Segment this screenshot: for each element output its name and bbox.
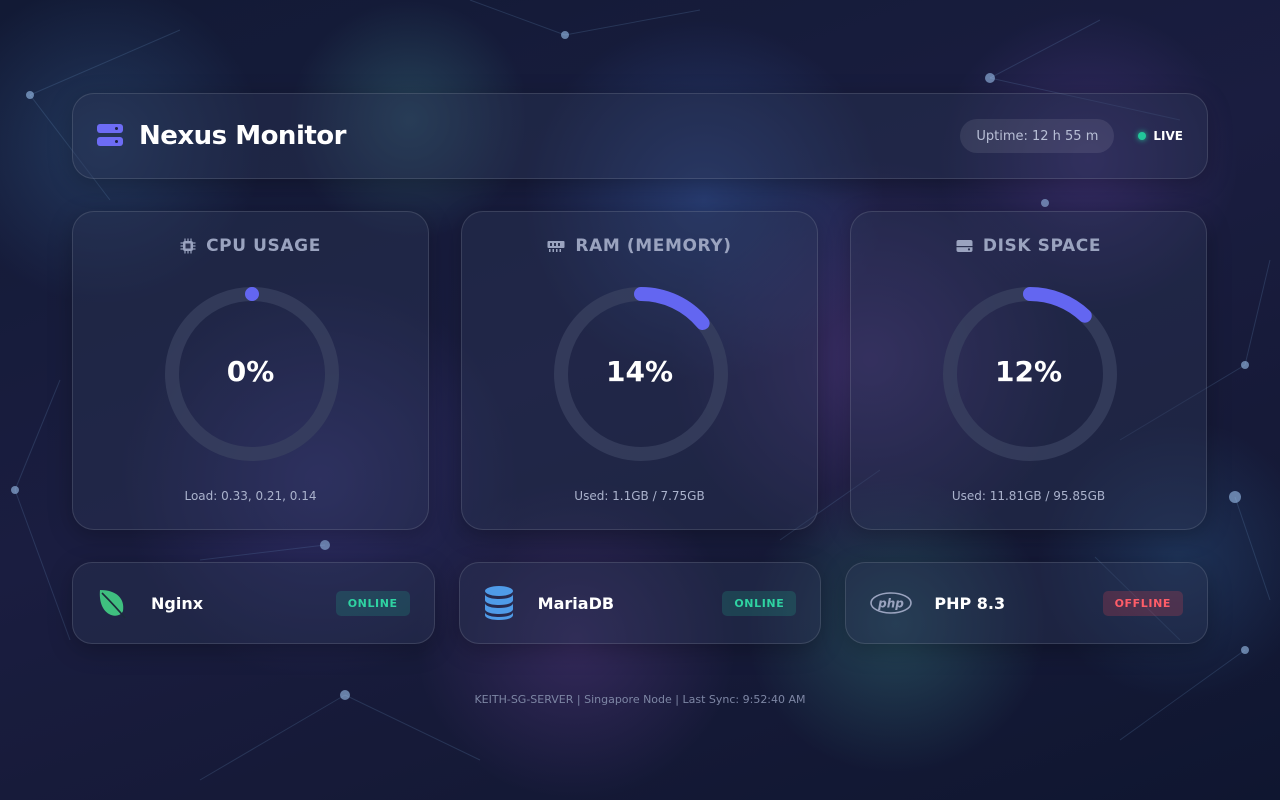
database-icon: [484, 586, 514, 620]
cpu-chip-icon: [180, 238, 196, 254]
disk-used: Used: 11.81GB / 95.85GB: [951, 489, 1106, 503]
service-nginx[interactable]: Nginx ONLINE: [72, 562, 435, 644]
php-icon: php: [870, 587, 913, 619]
status-badge: ONLINE: [335, 590, 410, 616]
cpu-load: Load: 0.33, 0.21, 0.14: [184, 489, 317, 503]
service-name: MariaDB: [537, 593, 615, 613]
service-name: PHP 8.3: [934, 593, 1006, 613]
disk-value: 12%: [994, 355, 1063, 388]
app-title: Nexus Monitor: [139, 121, 346, 151]
cpu-card-title: CPU USAGE: [206, 236, 321, 256]
live-dot-icon: [1138, 132, 1147, 140]
status-badge: OFFLINE: [1102, 590, 1184, 616]
ram-used: Used: 1.1GB / 7.75GB: [574, 489, 705, 503]
service-php[interactable]: php PHP 8.3 OFFLINE: [845, 562, 1209, 644]
cpu-card-header: CPU USAGE: [73, 236, 428, 256]
disk-card-title: DISK SPACE: [982, 236, 1102, 256]
service-name: Nginx: [151, 593, 204, 613]
ram-card-header: RAM (MEMORY): [462, 236, 817, 256]
brand: Nexus Monitor: [97, 121, 346, 151]
hard-drive-icon: [956, 240, 973, 252]
header-bar: Nexus Monitor Uptime: 12 h 55 m LIVE: [72, 93, 1208, 179]
cpu-value: 0%: [226, 355, 275, 388]
dashboard: Nexus Monitor Uptime: 12 h 55 m LIVE CPU…: [72, 93, 1209, 644]
ram-card-title: RAM (MEMORY): [575, 236, 732, 256]
ram-card: RAM (MEMORY) 14% Used: 1.1GB / 7.75GB: [461, 211, 818, 530]
header-status: Uptime: 12 h 55 m LIVE: [960, 119, 1183, 153]
services-row: Nginx ONLINE MariaDB ONLINE php PHP 8.3 …: [72, 562, 1209, 644]
memory-icon: [547, 241, 565, 252]
server-icon: [97, 124, 123, 148]
service-mariadb[interactable]: MariaDB ONLINE: [458, 562, 822, 644]
live-indicator: LIVE: [1138, 129, 1183, 143]
footer-info: KEITH-SG-SERVER | Singapore Node | Last …: [474, 693, 806, 706]
disk-card-header: DISK SPACE: [851, 236, 1206, 256]
disk-card: DISK SPACE 12% Used: 11.81GB / 95.85GB: [850, 211, 1207, 530]
leaf-icon: [97, 587, 127, 619]
uptime-pill: Uptime: 12 h 55 m: [960, 119, 1115, 153]
svg-text:php: php: [877, 597, 904, 611]
ram-value: 14%: [605, 355, 674, 388]
stats-row: CPU USAGE 0% Load: 0.33, 0.21, 0.14 RAM …: [72, 211, 1208, 530]
cpu-card: CPU USAGE 0% Load: 0.33, 0.21, 0.14: [72, 211, 429, 530]
live-label: LIVE: [1153, 129, 1183, 143]
status-badge: ONLINE: [722, 590, 797, 616]
